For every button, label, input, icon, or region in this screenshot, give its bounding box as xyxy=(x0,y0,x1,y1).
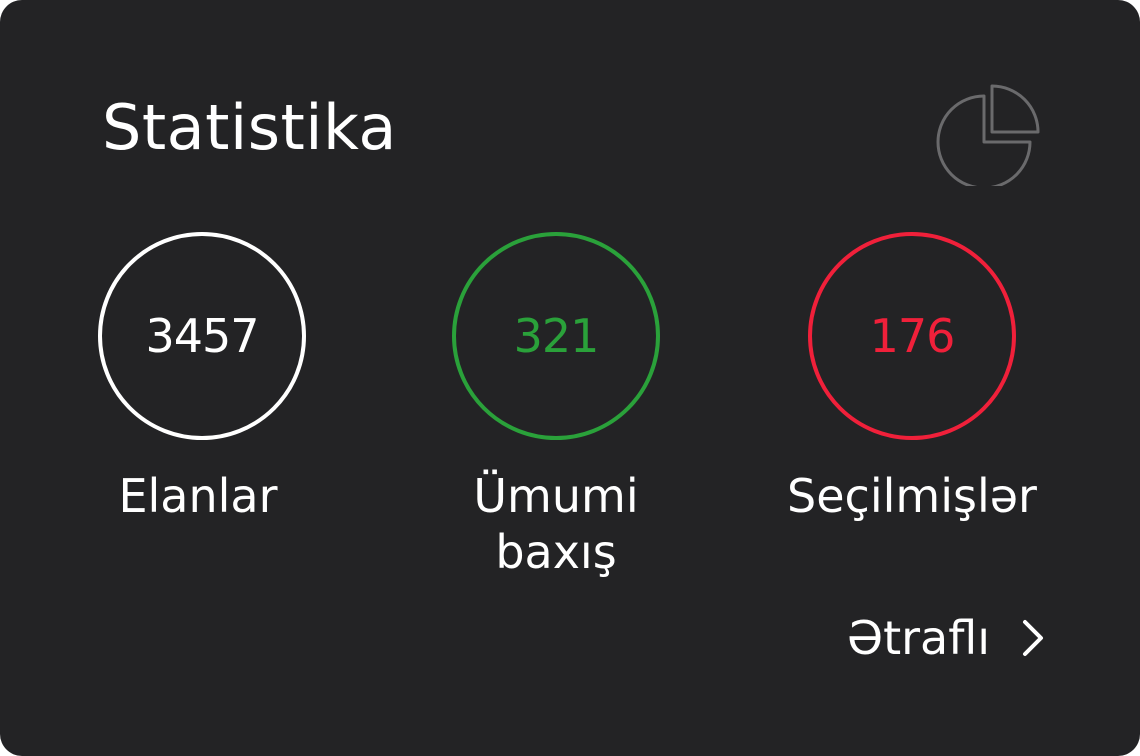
statistics-card: Statistika 3457 Elanlar 321 Ümumi baxış … xyxy=(0,0,1140,756)
chevron-right-icon xyxy=(1023,620,1043,656)
stat-label: Seçilmişlər xyxy=(787,469,1037,523)
stat-ring: 3457 xyxy=(98,232,306,440)
card-title: Statistika xyxy=(102,91,397,164)
pie-chart-icon xyxy=(936,84,1040,186)
more-details-label: Ətraflı xyxy=(846,611,990,665)
more-details-link[interactable]: Ətraflı xyxy=(847,608,1046,668)
stat-views: 321 Ümumi baxış xyxy=(406,232,706,579)
stat-label: Elanlar xyxy=(118,469,278,523)
stat-listings: 3457 Elanlar xyxy=(52,232,352,542)
stat-label: Ümumi baxış xyxy=(473,469,639,579)
stat-value: 321 xyxy=(513,309,600,363)
stat-value: 176 xyxy=(869,309,956,363)
stat-value: 3457 xyxy=(145,309,259,363)
stat-favorites: 176 Seçilmişlər xyxy=(762,232,1062,542)
stat-ring: 321 xyxy=(452,232,660,440)
stat-ring: 176 xyxy=(808,232,1016,440)
